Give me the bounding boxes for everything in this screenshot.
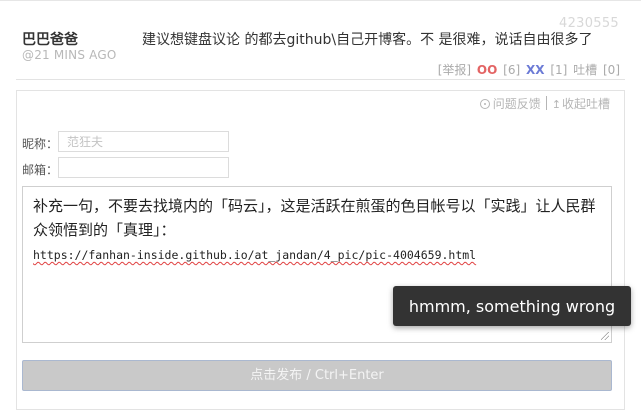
textarea-body: 补充一句，不要去找境内的「码云」，这是活跃在煎蛋的色目帐号以「实践」让人民群众领… bbox=[33, 197, 596, 239]
feedback-link[interactable]: 问题反馈 bbox=[479, 97, 541, 111]
divider bbox=[16, 79, 625, 80]
nickname-input[interactable] bbox=[58, 131, 229, 152]
comment-time: @21 MINS AGO bbox=[22, 48, 117, 62]
xx-count: [1] bbox=[550, 63, 568, 77]
collapse-label: 收起吐槽 bbox=[561, 97, 610, 111]
collapse-link[interactable]: ↥收起吐槽 bbox=[552, 97, 610, 111]
nickname-label: 昵称： bbox=[22, 137, 59, 151]
report-link[interactable]: [举报] bbox=[438, 63, 471, 77]
comment-text: 建议想键盘议论 的都去github\自己开博客。不 是很难，说话自由很多了 bbox=[142, 32, 593, 48]
feedback-label: 问题反馈 bbox=[492, 97, 541, 111]
toast-message: hmmm, something wrong bbox=[408, 296, 616, 316]
email-input[interactable] bbox=[58, 157, 229, 178]
top-border bbox=[0, 0, 641, 1]
error-toast: hmmm, something wrong bbox=[393, 286, 631, 326]
oo-count: [6] bbox=[503, 63, 521, 77]
email-label: 邮箱： bbox=[22, 163, 59, 177]
vote-bar: [举报] OO [6] XX [1] 吐槽 [0] bbox=[436, 61, 620, 78]
textarea-link: https://fanhan-inside.github.io/at_janda… bbox=[33, 248, 477, 262]
submit-button[interactable]: 点击发布 / Ctrl+Enter bbox=[22, 360, 612, 391]
tucao-count: [0] bbox=[603, 63, 620, 77]
comment-author[interactable]: 巴巴爸爸 bbox=[22, 29, 78, 49]
tucao-link[interactable]: 吐槽 bbox=[573, 63, 597, 77]
up-arrow-icon: ↥ bbox=[551, 98, 561, 111]
circle-dot-icon bbox=[479, 99, 490, 109]
oo-button[interactable]: OO bbox=[477, 63, 497, 77]
xx-button[interactable]: XX bbox=[526, 63, 545, 77]
reply-links: 问题反馈 ↥收起吐槽 bbox=[479, 95, 610, 112]
resize-handle[interactable] bbox=[601, 332, 609, 340]
link-separator bbox=[545, 96, 547, 110]
